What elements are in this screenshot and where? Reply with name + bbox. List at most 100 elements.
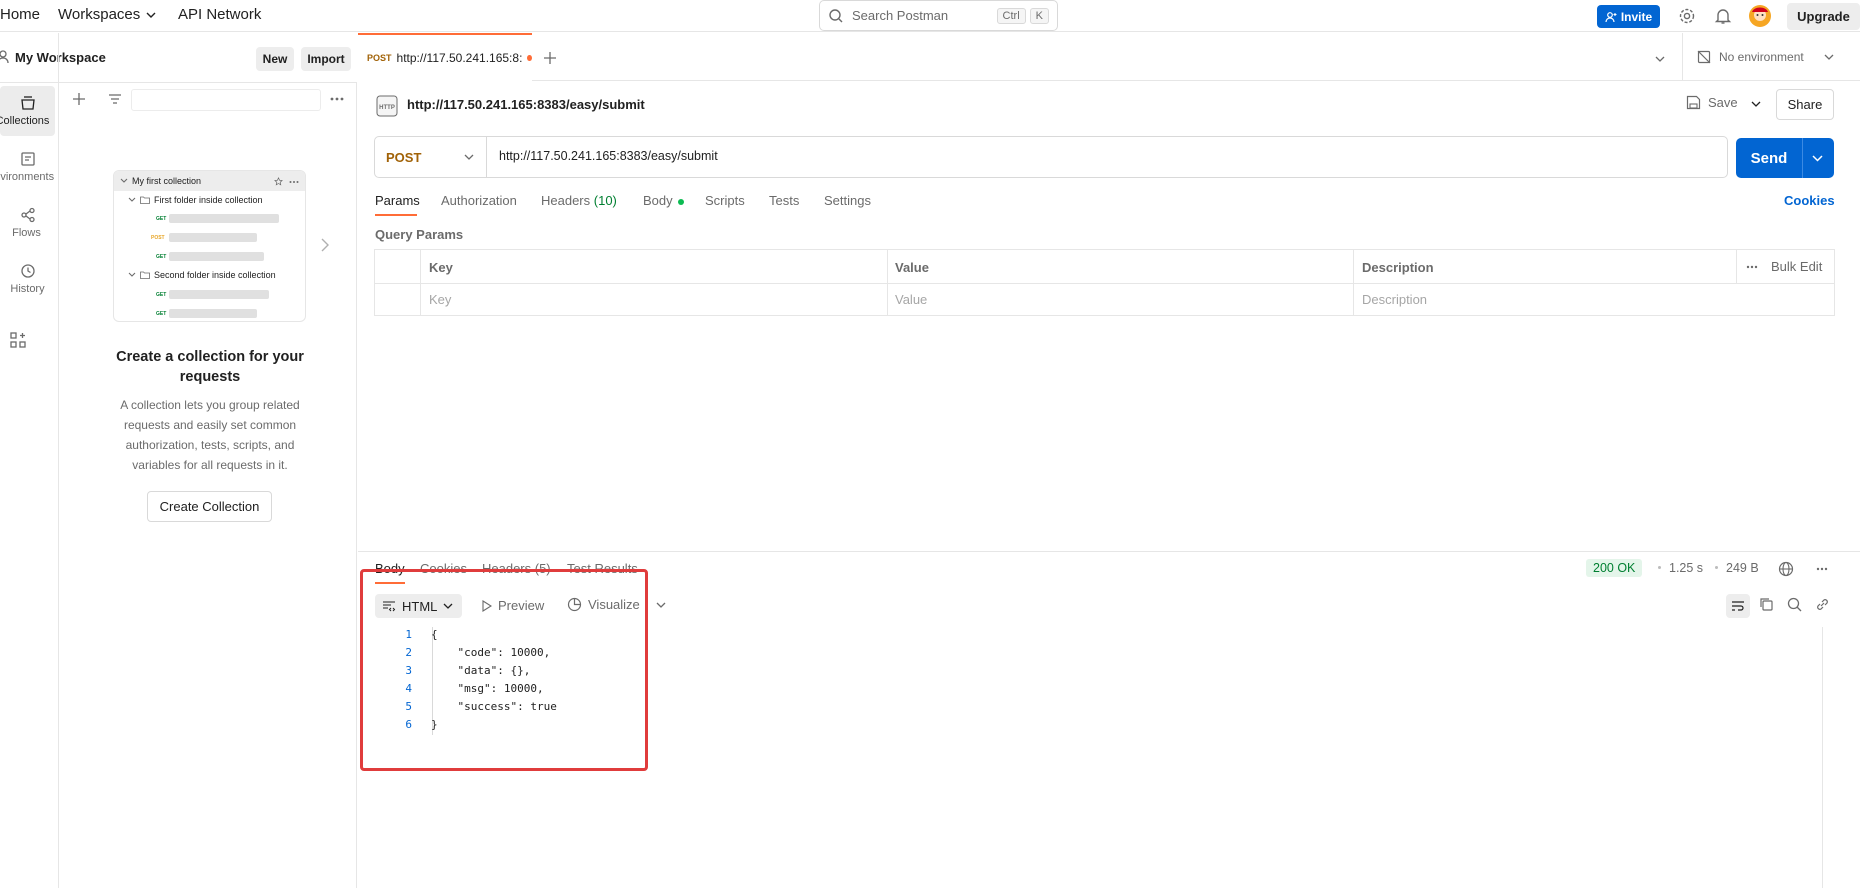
plus-icon[interactable] (72, 92, 86, 106)
wrap-lines-icon (1732, 601, 1744, 611)
key-input[interactable]: Key (429, 292, 451, 307)
collections-filter-input[interactable] (131, 89, 321, 111)
highlight-box (360, 569, 648, 771)
response-size[interactable]: 249 B (1726, 561, 1759, 575)
nav-workspaces[interactable]: Workspaces (58, 6, 156, 23)
flows-icon (20, 207, 35, 223)
nav-home[interactable]: Home (0, 6, 40, 23)
bell-icon[interactable] (1714, 7, 1732, 25)
tab-headers-count: (10) (593, 193, 617, 208)
more-options-icon[interactable] (330, 96, 344, 102)
wrap-lines-button[interactable] (1726, 594, 1750, 618)
separator-dot (1658, 566, 1661, 569)
chevron-down-icon (120, 178, 128, 183)
search-icon[interactable] (1787, 597, 1802, 612)
new-tab-plus-icon[interactable] (544, 52, 556, 64)
placeholder-line (169, 309, 257, 318)
illustration-folder-1: First folder inside collection (128, 195, 263, 205)
response-divider (358, 551, 1860, 552)
avatar[interactable] (1748, 4, 1772, 28)
method-get: GET (156, 292, 167, 298)
save-icon (1686, 95, 1701, 110)
environment-selector[interactable]: No environment (1697, 50, 1834, 64)
http-request-icon: HTTP (376, 95, 398, 117)
upgrade-button[interactable]: Upgrade (1787, 3, 1860, 30)
star-icon (274, 177, 283, 186)
chevron-down-icon[interactable] (1655, 56, 1665, 62)
tab-scripts[interactable]: Scripts (705, 193, 745, 208)
save-label: Save (1708, 95, 1738, 110)
col-description: Description (1362, 260, 1434, 275)
search-box[interactable]: Search Postman Ctrl K (819, 0, 1058, 31)
tab-authorization[interactable]: Authorization (441, 193, 517, 208)
environment-label: No environment (1719, 50, 1804, 64)
method-label: POST (386, 149, 422, 165)
chevron-down-icon (1824, 54, 1834, 60)
svg-text:HTTP: HTTP (379, 105, 395, 111)
search-placeholder: Search Postman (852, 8, 949, 23)
top-bar: Home Workspaces API Network Search Postm… (0, 0, 1860, 32)
col-key: Key (429, 260, 453, 275)
filter-icon[interactable] (108, 93, 122, 105)
illustration-folder-2: Second folder inside collection (128, 270, 276, 280)
response-time[interactable]: 1.25 s (1669, 561, 1703, 575)
bulk-edit-button[interactable]: Bulk Edit (1771, 259, 1822, 274)
more-options-icon[interactable] (1816, 567, 1828, 571)
environments-icon (20, 152, 35, 166)
placeholder-line (169, 252, 264, 261)
value-input[interactable]: Value (895, 292, 927, 307)
chevron-down-icon (656, 602, 666, 608)
request-name[interactable]: http://117.50.241.165:8383/easy/submit (407, 97, 645, 112)
tab-settings[interactable]: Settings (824, 193, 871, 208)
apps-grid-icon[interactable] (10, 332, 26, 348)
more-options-icon[interactable] (1746, 265, 1758, 269)
sidebar-item-collections[interactable]: Collections (0, 86, 55, 136)
tab-request[interactable]: POST http://117.50.241.165:8: (358, 33, 532, 81)
url-bar: POST http://117.50.241.165:8383/easy/sub… (374, 136, 1728, 178)
import-button[interactable]: Import (301, 47, 351, 71)
save-chevron-down-icon[interactable] (1751, 101, 1761, 107)
description-input[interactable]: Description (1362, 292, 1427, 307)
method-get: GET (156, 254, 167, 260)
chevron-down-icon (464, 154, 474, 160)
invite-label: Invite (1620, 9, 1653, 24)
gear-icon[interactable] (1678, 7, 1696, 25)
save-button[interactable]: Save (1686, 95, 1738, 110)
create-collection-button[interactable]: Create Collection (147, 491, 272, 522)
collections-icon (20, 96, 35, 110)
url-input[interactable]: http://117.50.241.165:8383/easy/submit (499, 149, 718, 163)
cookies-link[interactable]: Cookies (1784, 193, 1835, 208)
send-label: Send (1750, 149, 1788, 167)
tab-tests[interactable]: Tests (769, 193, 799, 208)
sidebar-item-label: Flows (12, 227, 41, 239)
illustration-folder-2-label: Second folder inside collection (154, 270, 276, 280)
tab-headers[interactable]: Headers (10) (541, 193, 617, 208)
nav-api-network[interactable]: API Network (178, 6, 261, 23)
new-button[interactable]: New (256, 47, 294, 71)
method-select[interactable]: POST (375, 137, 487, 177)
tab-body[interactable]: Body (643, 193, 685, 208)
send-button[interactable]: Send (1736, 138, 1834, 178)
tab-params[interactable]: Params (375, 193, 420, 208)
divider (1682, 33, 1683, 81)
chevron-right-icon[interactable] (321, 238, 329, 252)
sidebar-item-flows[interactable]: Flows (0, 198, 55, 248)
status-badge[interactable]: 200 OK (1586, 559, 1643, 577)
folder-icon (140, 271, 150, 279)
tab-method: POST (367, 53, 392, 63)
sidebar-item-history[interactable]: History (0, 254, 55, 304)
globe-icon[interactable] (1778, 561, 1794, 577)
share-button[interactable]: Share (1776, 89, 1834, 120)
request-tab-bar (358, 33, 1860, 81)
illustration-folder-1-label: First folder inside collection (154, 195, 263, 205)
chevron-down-icon (128, 197, 136, 202)
tab-title: http://117.50.241.165:8: (396, 51, 523, 65)
link-icon[interactable] (1815, 597, 1830, 612)
empty-state-title: Create a collection for your requests (116, 349, 304, 385)
illustration-collection: My first collection (120, 176, 201, 186)
sidebar-item-environments[interactable]: Environments (0, 142, 55, 192)
copy-icon[interactable] (1759, 597, 1774, 612)
scrollbar-track[interactable] (1822, 627, 1823, 888)
no-environment-icon (1697, 50, 1711, 64)
invite-button[interactable]: Invite (1597, 5, 1660, 28)
